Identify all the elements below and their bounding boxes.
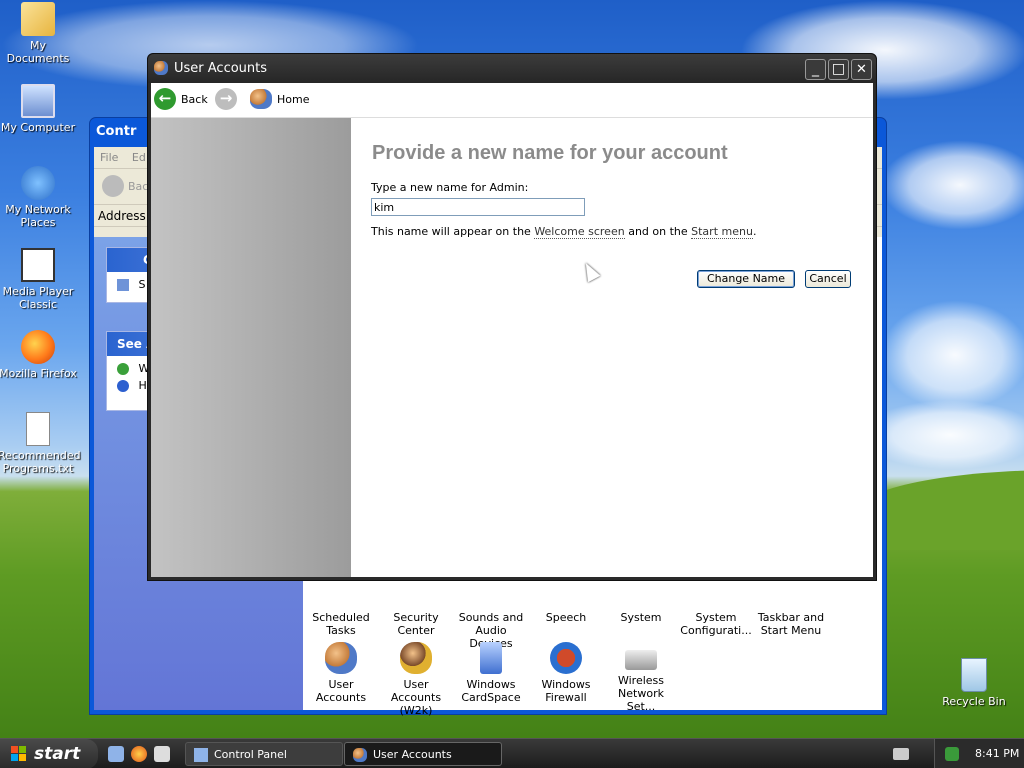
help-icon: [117, 380, 129, 392]
minimize-button[interactable]: _: [805, 59, 826, 80]
name-hint: This name will appear on the Welcome scr…: [371, 225, 757, 239]
taskbar: start Control Panel User Accounts 8:41 P…: [0, 738, 1024, 768]
back-label: Bac: [128, 180, 149, 193]
cp-item-user-accounts[interactable]: User Accounts: [303, 642, 379, 704]
user-accounts-titlebar[interactable]: User Accounts _ □ ✕: [148, 54, 876, 83]
maximize-button[interactable]: □: [828, 59, 849, 80]
text-file-icon: [26, 412, 50, 446]
desktop-icon-recommended-programs[interactable]: Recommended Programs.txt: [0, 412, 81, 475]
cp-item-taskbar-start-menu[interactable]: Taskbar and Start Menu: [753, 611, 829, 637]
taskbar-item-label: Control Panel: [214, 748, 287, 761]
user-accounts-icon: [325, 642, 357, 674]
desktop-icon-label: My Documents: [6, 39, 70, 65]
desktop-icon-label: Recycle Bin: [942, 695, 1006, 708]
user-accounts-app-icon: [154, 61, 168, 75]
windows-update-icon: [117, 363, 129, 375]
start-label: start: [34, 744, 81, 764]
cancel-button[interactable]: Cancel: [805, 270, 851, 288]
desktop-icon-my-documents[interactable]: My Documents: [0, 2, 78, 65]
navigation-bar: ← Back → Home: [151, 83, 873, 118]
media-player-icon: [21, 248, 55, 282]
desktop-icon-my-network-places[interactable]: My Network Places: [0, 166, 78, 229]
desktop-icon-mozilla-firefox[interactable]: Mozilla Firefox: [0, 330, 78, 380]
desktop-icon-label: My Computer: [0, 121, 76, 134]
recycle-bin-icon: [961, 658, 987, 692]
cp-item-windows-cardspace[interactable]: Windows CardSpace: [453, 642, 529, 704]
user-accounts-window[interactable]: User Accounts _ □ ✕ ← Back → Home Provid…: [147, 53, 877, 581]
cp-item-speech[interactable]: Speech: [528, 611, 604, 624]
folder-icon: [21, 2, 55, 36]
cp-item-system-configuration[interactable]: System Configurati...: [678, 611, 754, 637]
system-tray: 8:41 PM: [934, 739, 1024, 768]
taskbar-item-user-accounts[interactable]: User Accounts: [344, 742, 502, 766]
user-accounts-icon: [353, 748, 367, 762]
address-label: Address: [98, 209, 146, 223]
desktop-icon-label: My Network Places: [5, 203, 71, 229]
page-heading: Provide a new name for your account: [372, 142, 728, 164]
network-icon: [21, 166, 55, 200]
cp-item-user-accounts-w2k[interactable]: User Accounts (W2k): [378, 642, 454, 717]
desktop-icon-media-player-classic[interactable]: Media Player Classic: [0, 248, 78, 311]
back-button[interactable]: Back: [181, 93, 208, 106]
computer-icon: [21, 84, 55, 118]
taskbar-item-label: User Accounts: [373, 748, 452, 761]
desktop-icon-my-computer[interactable]: My Computer: [0, 84, 78, 134]
switch-icon: [117, 279, 129, 291]
cp-item-wireless-network[interactable]: Wireless Network Set...: [603, 642, 679, 713]
clock: 8:41 PM: [975, 747, 1020, 760]
change-name-button[interactable]: Change Name: [697, 270, 795, 288]
welcome-screen-link[interactable]: Welcome screen: [534, 225, 625, 239]
home-users-icon[interactable]: [250, 89, 272, 109]
user-accounts-content: Provide a new name for your account Type…: [351, 118, 873, 577]
close-button[interactable]: ✕: [851, 59, 872, 80]
start-menu-link[interactable]: Start menu: [691, 225, 753, 239]
hint-suffix: .: [752, 225, 757, 238]
cp-item-security-center[interactable]: Security Center: [378, 611, 454, 637]
new-name-label: Type a new name for Admin:: [371, 181, 529, 194]
control-panel-title: Contr: [96, 124, 137, 139]
window-title: User Accounts: [174, 61, 268, 76]
firefox-icon: [21, 330, 55, 364]
home-button[interactable]: Home: [277, 93, 309, 106]
cp-item-system[interactable]: System: [603, 611, 679, 624]
new-name-input[interactable]: [371, 198, 585, 216]
quicklaunch-desktop-icon[interactable]: [108, 746, 124, 762]
desktop-icon-label: Mozilla Firefox: [0, 367, 77, 380]
cp-item-windows-firewall[interactable]: Windows Firewall: [528, 642, 604, 704]
user-key-icon: [400, 642, 432, 674]
hint-mid: and on the: [624, 225, 692, 238]
wireless-icon: [625, 650, 657, 670]
network-tray-icon[interactable]: [945, 747, 959, 761]
control-panel-icon: [194, 748, 208, 762]
firewall-icon: [550, 642, 582, 674]
quicklaunch-firefox-icon[interactable]: [131, 746, 147, 762]
language-bar-icon[interactable]: [893, 748, 909, 760]
back-arrow-icon[interactable]: [102, 175, 124, 197]
desktop-icon-recycle-bin[interactable]: Recycle Bin: [934, 658, 1014, 708]
menu-edit[interactable]: Ed: [132, 151, 146, 164]
taskbar-item-control-panel[interactable]: Control Panel: [185, 742, 343, 766]
user-accounts-side-pane: [151, 118, 351, 577]
desktop-icon-label: Recommended Programs.txt: [0, 449, 81, 475]
windows-flag-icon: [11, 746, 27, 762]
forward-arrow-icon[interactable]: →: [215, 88, 237, 110]
quicklaunch-media-player-icon[interactable]: [154, 746, 170, 762]
start-button[interactable]: start: [0, 739, 98, 768]
back-arrow-icon[interactable]: ←: [154, 88, 176, 110]
menu-file[interactable]: File: [100, 151, 118, 164]
desktop-icon-label: Media Player Classic: [2, 285, 74, 311]
cardspace-icon: [480, 642, 502, 674]
cp-item-scheduled-tasks[interactable]: Scheduled Tasks: [303, 611, 379, 637]
hint-prefix: This name will appear on the: [371, 225, 535, 238]
